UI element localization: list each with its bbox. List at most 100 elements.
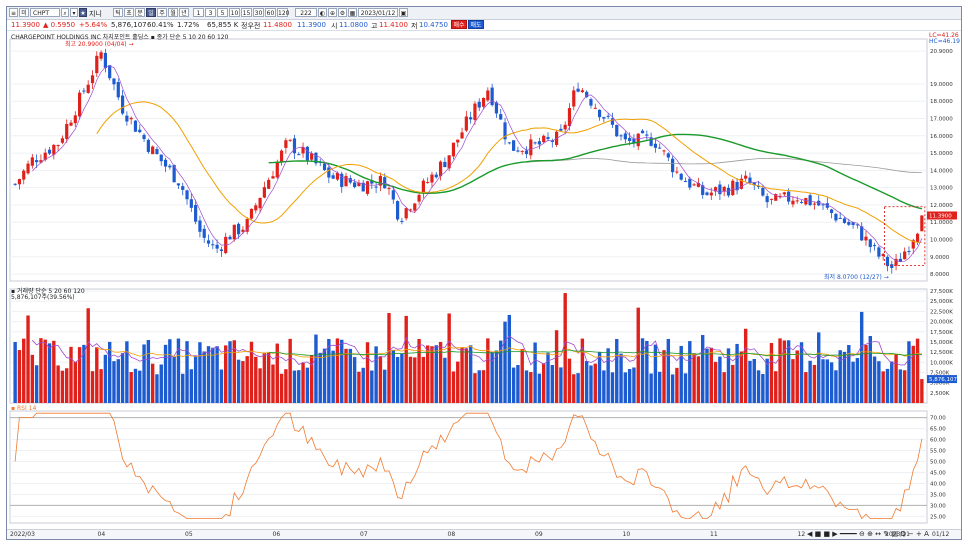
- candle-body: [838, 217, 842, 219]
- volume-bar: [357, 371, 361, 403]
- candle-body: [451, 142, 456, 157]
- change-percent: +5.64%: [79, 21, 108, 29]
- volume-bar: [735, 343, 739, 403]
- period-button-1[interactable]: 초: [124, 8, 134, 17]
- candle-body: [30, 157, 34, 166]
- period-button-0[interactable]: 틱: [113, 8, 123, 17]
- zoom-icon[interactable]: ⊕: [328, 8, 337, 17]
- candle-body: [305, 146, 309, 161]
- volume-bar: [361, 367, 365, 403]
- candle-body: [52, 144, 56, 155]
- candle-body: [120, 95, 125, 114]
- candle-body: [795, 200, 799, 202]
- search-icon[interactable]: ⌕: [61, 8, 69, 17]
- scroll-controls[interactable]: ◀ ■ ■ ▶ ━━━━ ⊖ ⊕ ↔ ✎ ▤ Q − + A: [807, 530, 929, 538]
- chevron-down-icon[interactable]: ▾: [70, 8, 78, 17]
- period-button-3[interactable]: 일: [146, 8, 156, 17]
- candle-body: [73, 115, 77, 124]
- volume-bar: [632, 367, 636, 403]
- candle-body: [610, 118, 615, 125]
- volume-bar: [593, 363, 597, 403]
- minute-button-10[interactable]: 10: [229, 8, 240, 17]
- settings-icon[interactable]: ⚙: [338, 8, 347, 17]
- volume-bar: [756, 370, 761, 403]
- volume-bar: [868, 336, 872, 403]
- minute-button-3[interactable]: 3: [205, 8, 216, 17]
- sell-button[interactable]: 매도: [468, 20, 484, 29]
- minute-button-120[interactable]: 120: [277, 8, 289, 17]
- candle-body: [138, 129, 142, 133]
- rsi-tick-label: 55.00: [930, 449, 946, 455]
- volume-bar: [90, 371, 95, 403]
- volume-bar: [374, 346, 378, 403]
- volume-bar: [640, 338, 645, 403]
- chart-area[interactable]: 20.9000 19.0000 18.0000 17.0000 16.0000 15.00…: [7, 31, 961, 529]
- candle-body: [129, 117, 133, 120]
- period-button-6[interactable]: 년: [179, 8, 189, 17]
- candle-body: [198, 220, 202, 232]
- minute-button-1[interactable]: 1: [193, 8, 204, 17]
- x-axis-label: 08: [447, 531, 456, 538]
- period-button-5[interactable]: 월: [168, 8, 178, 17]
- candle-body: [877, 247, 881, 257]
- volume-bar: [666, 338, 671, 403]
- volume-bar: [22, 338, 26, 403]
- candle-body: [834, 213, 838, 221]
- menu-icon[interactable]: ≡: [9, 8, 18, 17]
- candle-body: [567, 108, 572, 127]
- chart-type-icon[interactable]: ◐: [318, 8, 327, 17]
- candle-body: [443, 161, 447, 167]
- scroll-status-bar[interactable]: 2022/03 04 05 06 07 08 09 10 11 12 2023/01 01/12 ◀ …: [7, 529, 961, 539]
- candle-body: [185, 190, 189, 200]
- volume-bar: [211, 347, 215, 403]
- volume-bar: [610, 372, 615, 403]
- volume-bar: [550, 364, 554, 403]
- calendar-picker-icon[interactable]: ▣: [399, 8, 408, 17]
- symbol-input[interactable]: CHPT: [30, 8, 60, 17]
- period-button-4[interactable]: 주: [157, 8, 167, 17]
- low-annotation: 최저 8.0700 (12/27) →: [824, 274, 889, 281]
- candle-body: [159, 154, 163, 162]
- date-input[interactable]: 2023/01/12: [358, 8, 398, 17]
- candle-body: [374, 186, 378, 188]
- volume-tick-label: 22,500K: [930, 309, 953, 315]
- candle-body: [761, 187, 765, 196]
- candle-body: [116, 82, 120, 98]
- volume-bar: [486, 338, 490, 403]
- volume-bar: [120, 353, 125, 403]
- x-axis-label: 2022/03: [10, 531, 35, 538]
- volume-bar: [653, 344, 658, 403]
- candle-body: [249, 208, 254, 219]
- volume-bar: [726, 348, 731, 403]
- candle-body: [95, 55, 99, 74]
- volume-bar: [86, 308, 90, 403]
- candle-body: [194, 205, 198, 222]
- volume-bar: [890, 361, 894, 403]
- minute-button-60[interactable]: 60: [265, 8, 276, 17]
- minute-button-5[interactable]: 5: [217, 8, 228, 17]
- candle-body: [731, 180, 735, 196]
- minute-button-30[interactable]: 30: [253, 8, 264, 17]
- price-tick-label: 16.0000: [930, 134, 953, 140]
- calendar-icon[interactable]: ▦: [348, 8, 357, 17]
- volume-bar: [421, 356, 426, 403]
- candle-body: [903, 251, 907, 260]
- candle-body: [292, 138, 297, 154]
- favorite-icon[interactable]: ★: [79, 8, 87, 17]
- volume-bar: [567, 358, 572, 403]
- buy-button[interactable]: 매수: [451, 20, 467, 29]
- minute-button-15[interactable]: 15: [241, 8, 252, 17]
- count-input[interactable]: 222: [295, 8, 317, 17]
- volume-bar: [400, 353, 404, 403]
- volume-tick-label: 20,000K: [930, 320, 953, 326]
- volume-bar: [804, 372, 808, 403]
- volume-bar: [370, 370, 374, 403]
- candle-body: [456, 139, 460, 143]
- volume-bar: [627, 369, 632, 403]
- market-button[interactable]: 미: [19, 8, 29, 17]
- candle-body: [524, 150, 529, 155]
- volume-bar: [47, 343, 52, 403]
- period-button-2[interactable]: 분: [135, 8, 145, 17]
- volume-bar: [920, 379, 924, 403]
- volume-bar: [159, 364, 163, 403]
